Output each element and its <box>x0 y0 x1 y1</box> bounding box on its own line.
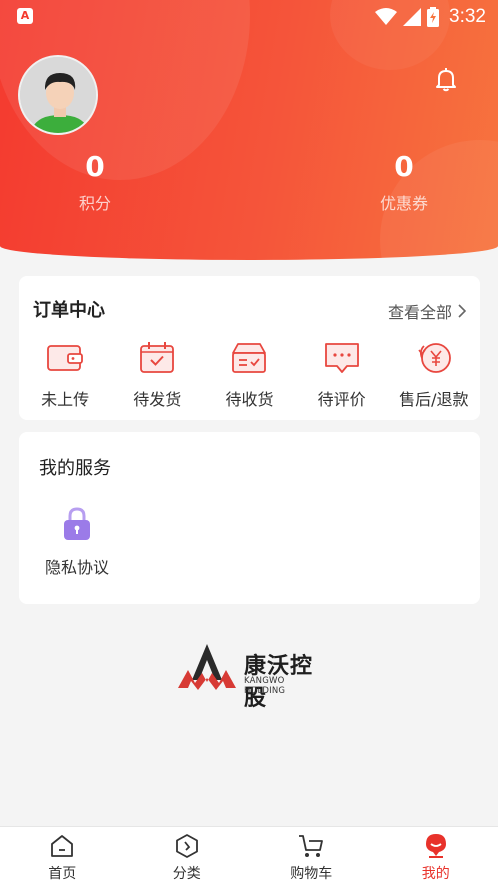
order-status-label: 待发货 <box>133 390 182 409</box>
tab-home[interactable]: 首页 <box>0 827 125 884</box>
points-value: 0 <box>85 150 105 183</box>
wifi-icon <box>375 8 398 25</box>
calendar-check-icon <box>111 338 203 378</box>
refund-yen-icon <box>388 338 480 378</box>
cart-icon <box>249 832 374 860</box>
box-icon <box>203 338 295 378</box>
bottom-tab-bar: 首页 分类 购物车 我的 <box>0 826 498 884</box>
battery-icon <box>427 7 440 27</box>
app-notification-icon: A <box>17 8 33 24</box>
my-services-card: 我的服务 隐私协议 <box>19 432 480 604</box>
order-status-label: 未上传 <box>41 390 90 409</box>
order-center-card: 订单中心 查看全部 未上传 待发货 待收货 待评价 售后/退款 <box>19 276 480 420</box>
tab-category[interactable]: 分类 <box>125 827 250 884</box>
order-status-refund[interactable]: 售后/退款 <box>388 338 480 410</box>
bell-icon[interactable] <box>433 66 459 92</box>
chevron-right-icon <box>458 304 466 318</box>
points-stat[interactable]: 0 积分 <box>35 150 155 214</box>
points-label: 积分 <box>78 194 111 213</box>
order-center-title: 订单中心 <box>33 300 105 321</box>
coupons-value: 0 <box>394 150 414 183</box>
order-status-not-uploaded[interactable]: 未上传 <box>19 338 111 410</box>
tab-cart-label: 购物车 <box>290 866 333 882</box>
tab-mine[interactable]: 我的 <box>374 827 498 884</box>
kangwo-logo: 康沃控股 KANGWO HOLDING <box>176 636 326 711</box>
order-status-to-receive[interactable]: 待收货 <box>203 338 295 410</box>
chat-icon <box>296 338 388 378</box>
order-status-label: 待评价 <box>317 390 366 409</box>
tab-category-label: 分类 <box>172 866 201 882</box>
order-status-label: 待收货 <box>225 390 274 409</box>
order-status-label: 售后/退款 <box>399 390 469 409</box>
logo-name-en: KANGWO HOLDING <box>244 676 286 696</box>
order-status-to-review[interactable]: 待评价 <box>296 338 388 410</box>
privacy-policy-label: 隐私协议 <box>44 558 109 577</box>
tab-mine-label: 我的 <box>421 866 450 882</box>
wallet-icon <box>19 338 111 378</box>
status-bar: A 3:32 <box>0 0 498 34</box>
tab-cart[interactable]: 购物车 <box>249 827 374 884</box>
view-all-orders-link[interactable]: 查看全部 <box>388 299 466 323</box>
lock-icon <box>33 504 121 544</box>
mine-icon <box>374 832 498 860</box>
my-services-title: 我的服务 <box>39 458 111 479</box>
status-time: 3:32 <box>449 6 486 27</box>
avatar[interactable] <box>18 55 98 135</box>
kangwo-mark-icon <box>178 644 236 690</box>
category-icon <box>125 832 250 860</box>
order-status-to-ship[interactable]: 待发货 <box>111 338 203 410</box>
home-icon <box>0 832 125 860</box>
coupons-label: 优惠券 <box>379 194 428 213</box>
tab-home-label: 首页 <box>48 866 77 882</box>
signal-icon <box>403 8 422 26</box>
privacy-policy-item[interactable]: 隐私协议 <box>33 504 121 578</box>
view-all-label: 查看全部 <box>387 303 452 322</box>
coupons-stat[interactable]: 0 优惠券 <box>344 150 464 214</box>
